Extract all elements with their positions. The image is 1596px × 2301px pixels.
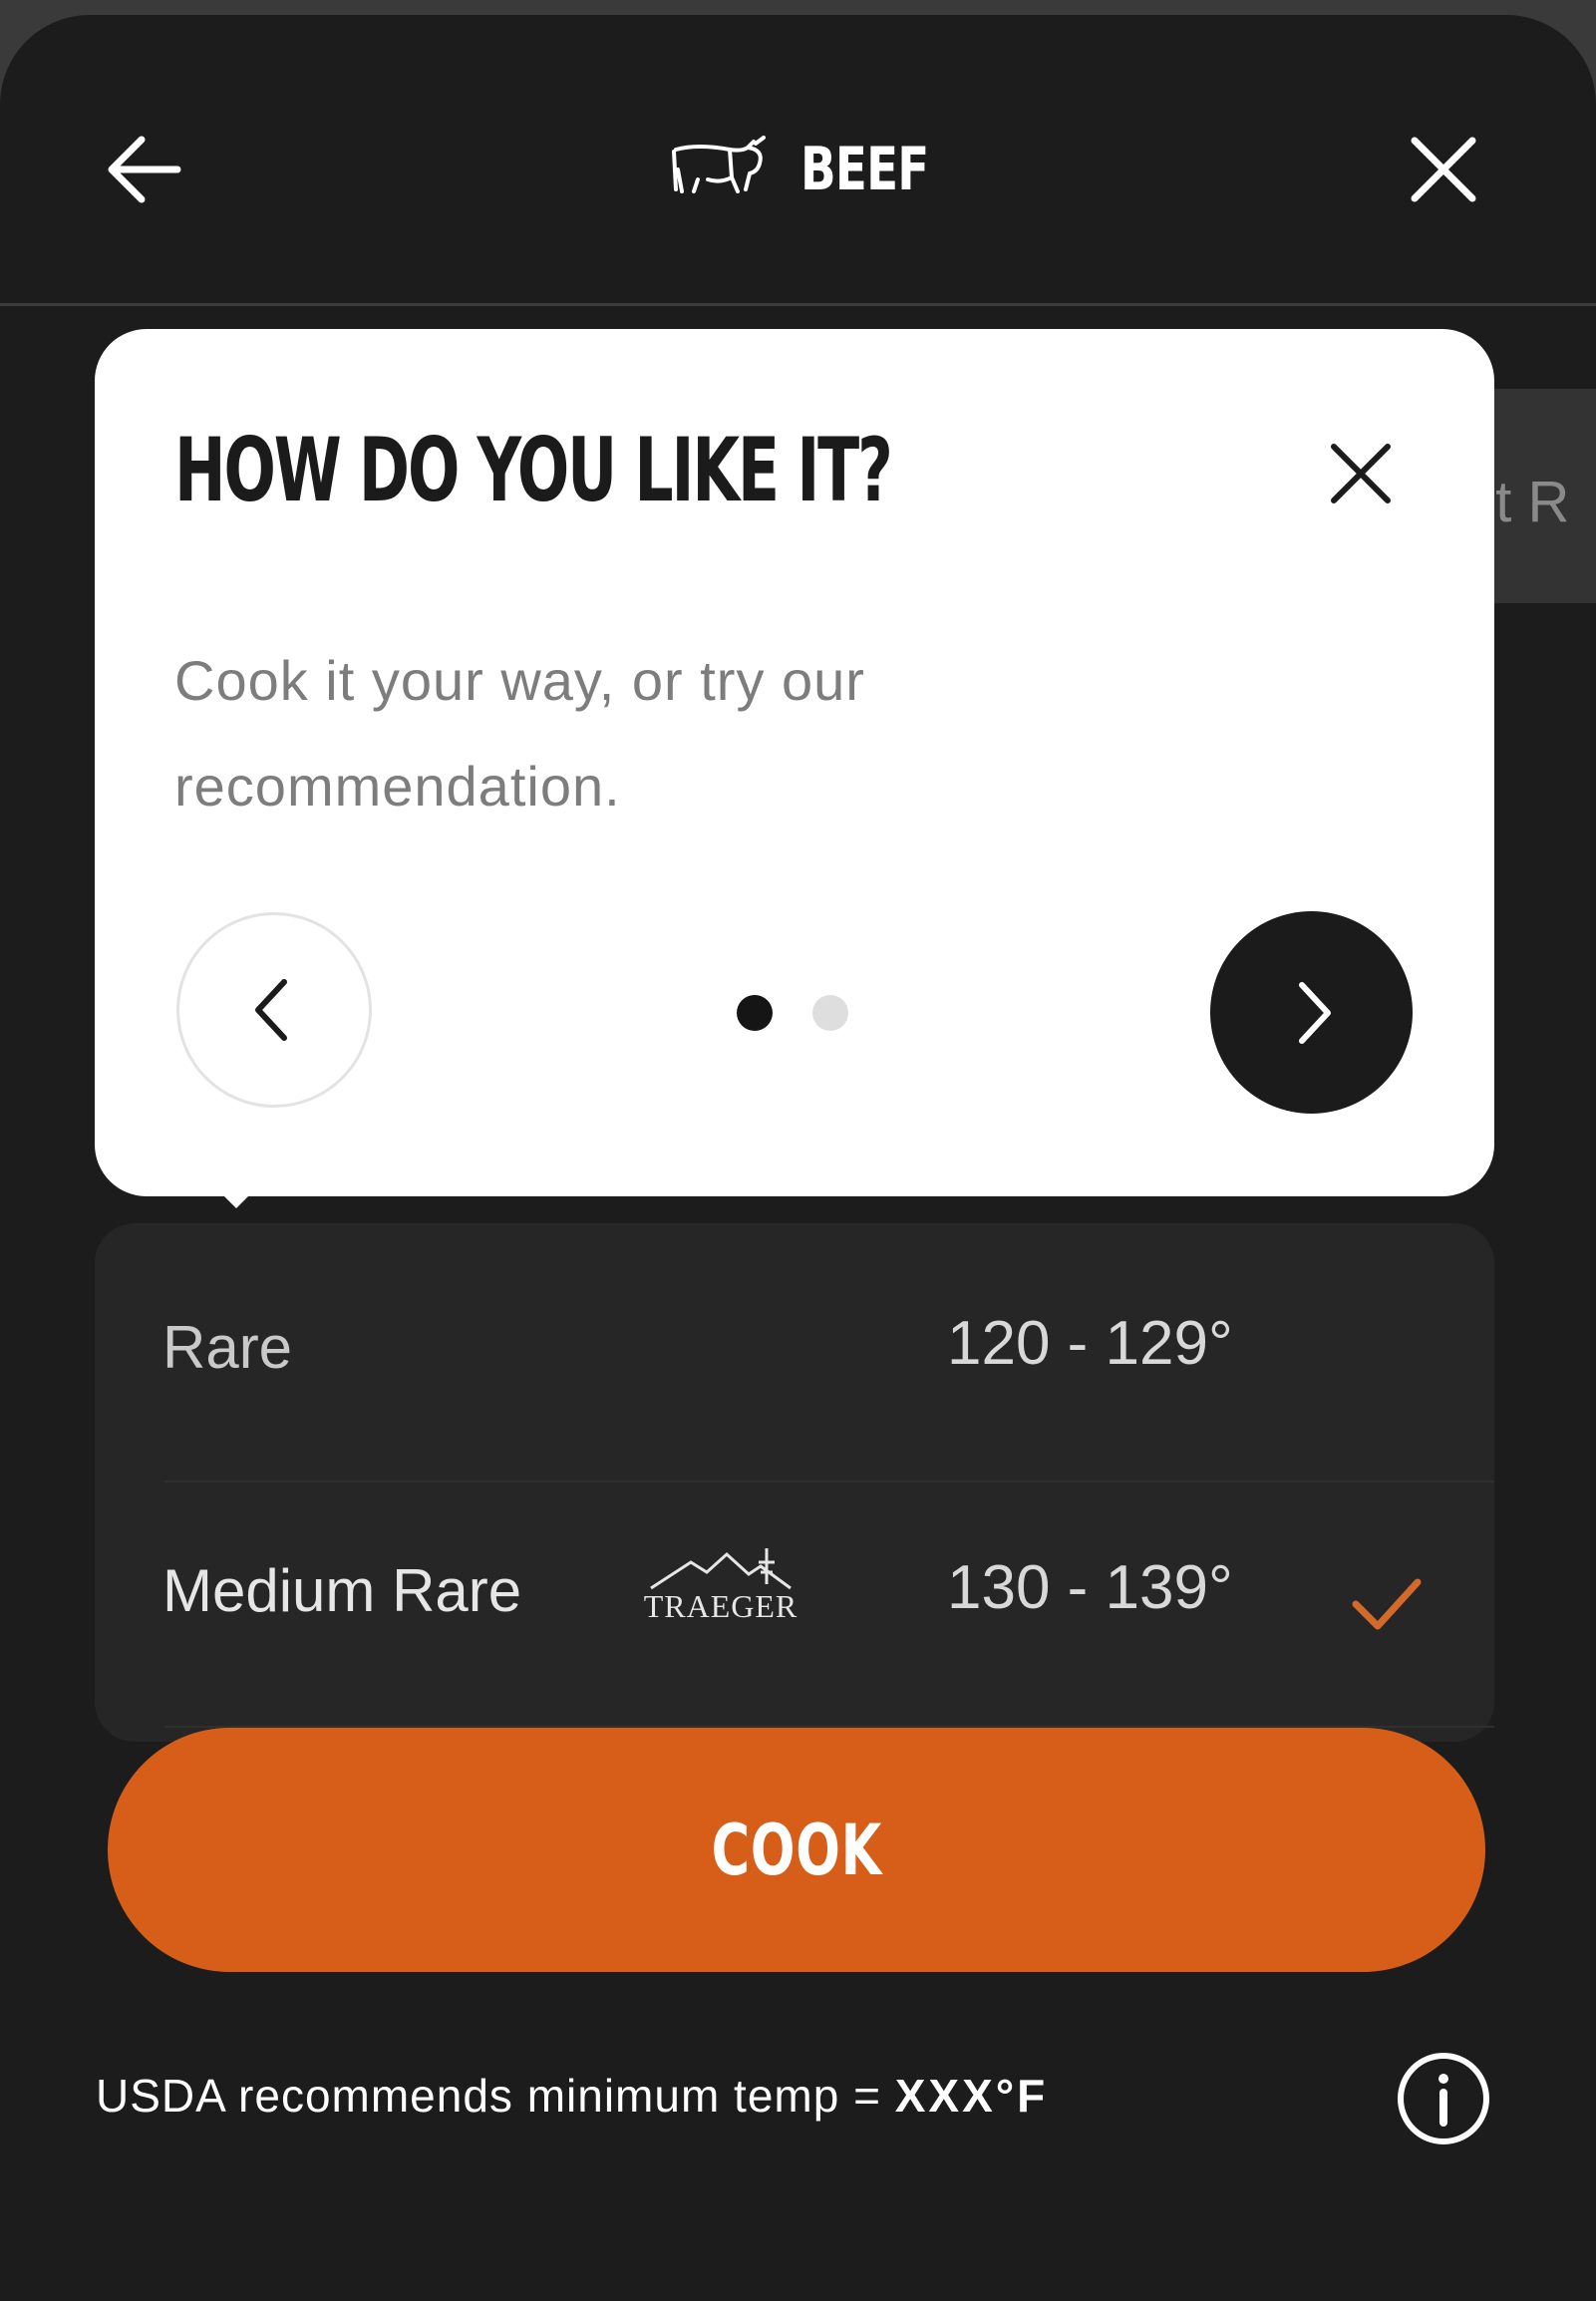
mountain-icon	[650, 1548, 792, 1590]
usda-value: XXX°F	[894, 2070, 1049, 2122]
doneness-list: Rare 120 - 129° Medium Rare TRAEGER 130 …	[95, 1223, 1494, 1742]
arrow-left-icon	[108, 136, 181, 203]
previous-button[interactable]	[176, 912, 372, 1108]
close-icon	[1331, 444, 1391, 503]
popover-pointer	[204, 1176, 268, 1208]
popover-title: HOW DO YOU LIKE IT?	[174, 419, 893, 521]
usda-recommendation: USDA recommends minimum temp = XXX°F	[96, 2069, 1048, 2123]
chevron-left-icon	[255, 979, 287, 1041]
info-button[interactable]	[1396, 2051, 1491, 2146]
usda-text: USDA recommends minimum temp =	[96, 2070, 895, 2122]
popover-body: Cook it your way, or try our recommendat…	[174, 649, 865, 818]
page-dot-active	[737, 995, 773, 1031]
chevron-right-icon	[1298, 981, 1331, 1044]
checkmark-icon	[1352, 1578, 1422, 1630]
doneness-label: Medium Rare	[162, 1557, 522, 1624]
back-button[interactable]	[100, 125, 189, 214]
cook-button[interactable]: COOK	[108, 1728, 1485, 1972]
page-dot	[812, 995, 848, 1031]
page-title: BEEF	[668, 125, 965, 214]
popover-close-button[interactable]	[1326, 439, 1396, 508]
info-icon	[1398, 2053, 1489, 2144]
brand-name: TRAEGER	[643, 1588, 798, 1624]
app-screen: BEEF ot R HOW DO YOU LIKE IT? Cook it yo…	[0, 15, 1596, 2301]
pagination-dots	[737, 995, 848, 1031]
doneness-row-rare[interactable]: Rare 120 - 129°	[95, 1223, 1494, 1463]
header-title: BEEF	[800, 135, 929, 204]
next-button[interactable]	[1210, 911, 1413, 1114]
cow-icon	[672, 136, 766, 193]
doneness-label: Rare	[162, 1314, 293, 1381]
temperature-range: 120 - 129°	[947, 1309, 1233, 1378]
header-divider	[0, 303, 1596, 306]
onboarding-popover: HOW DO YOU LIKE IT? Cook it your way, or…	[95, 329, 1494, 1196]
traeger-logo: TRAEGER	[631, 1544, 810, 1624]
top-bar: BEEF	[0, 15, 1596, 306]
doneness-row-medium-rare[interactable]: Medium Rare TRAEGER 130 - 139°	[95, 1482, 1494, 1722]
cook-button-label: COOK	[711, 1808, 882, 1891]
close-button[interactable]	[1401, 127, 1486, 212]
close-icon	[1411, 137, 1476, 202]
temperature-range: 130 - 139°	[947, 1553, 1233, 1622]
